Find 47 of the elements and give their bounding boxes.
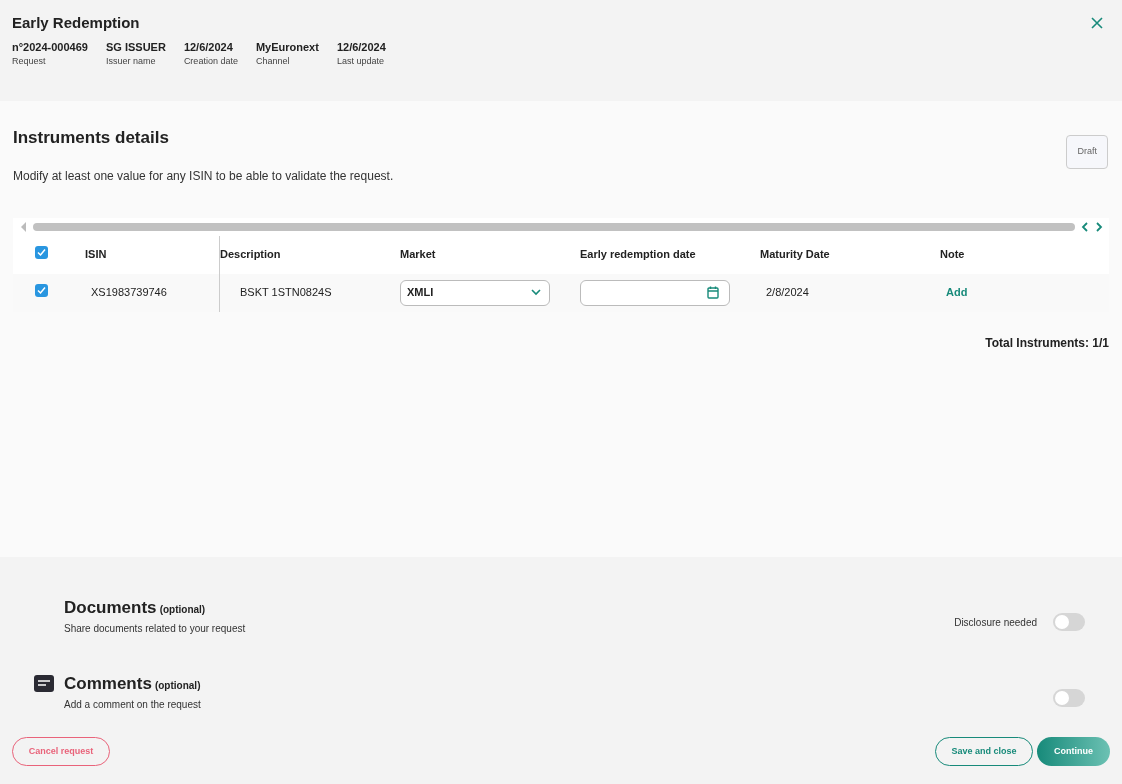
- calendar-icon[interactable]: [707, 286, 719, 299]
- optional-label: (optional): [154, 680, 201, 691]
- section-description: Add a comment on the request: [64, 697, 202, 712]
- table-cell-text: 2/8/2024: [765, 286, 809, 299]
- toggle-label: Disclosure needed: [954, 615, 1037, 630]
- table-cell-text: XS1983739746: [90, 285, 167, 301]
- section-title: Comments: [64, 674, 152, 693]
- column-header: Early redemption date: [580, 248, 696, 261]
- close-icon[interactable]: [1091, 17, 1103, 29]
- scrollbar-thumb[interactable]: [33, 222, 1075, 231]
- meta-value: SG ISSUER: [105, 39, 166, 55]
- scroll-left-icon[interactable]: [21, 221, 27, 232]
- section-description: Share documents related to your request: [64, 621, 247, 636]
- meta-label: Creation date: [183, 55, 238, 68]
- chevron-down-icon: [531, 289, 541, 296]
- checkbox[interactable]: [35, 283, 48, 297]
- checkbox[interactable]: [35, 245, 48, 259]
- meta-value: MyEuronext: [255, 39, 319, 55]
- add-note-link[interactable]: Add: [940, 286, 968, 299]
- page-title: Early Redemption: [12, 13, 141, 33]
- column-header: Note: [940, 248, 965, 261]
- section-title: Documents: [64, 598, 157, 617]
- meta-value: 12/6/2024: [183, 39, 234, 55]
- column-header: Market: [400, 248, 436, 261]
- total-count: Total Instruments: 1/1: [984, 334, 1109, 352]
- column-header: Description: [220, 248, 281, 261]
- hint-text: Modify at least one value for any ISIN to be able to validate the request.: [13, 167, 394, 185]
- optional-label: (optional): [159, 604, 206, 615]
- toggle-switch[interactable]: [1053, 613, 1085, 631]
- status-badge: Draft: [1066, 135, 1108, 169]
- meta-label: Last update: [336, 55, 385, 68]
- meta-label: Issuer name: [105, 55, 157, 68]
- meta-value: n°2024-000469: [12, 39, 88, 55]
- meta-label: Request: [12, 55, 47, 68]
- chevron-right-icon[interactable]: [1095, 221, 1103, 232]
- column-header: ISIN: [84, 247, 107, 263]
- column-header: Maturity Date: [760, 248, 830, 261]
- date-field[interactable]: [580, 279, 730, 306]
- chevron-left-icon[interactable]: [1081, 221, 1089, 232]
- toggle-switch[interactable]: [1053, 689, 1085, 707]
- meta-value: 12/6/2024: [336, 39, 386, 55]
- meta-label: Channel: [255, 55, 291, 68]
- continue-button[interactable]: Continue: [1037, 737, 1110, 766]
- table-cell-text: BSKT 1STN0824S: [239, 286, 332, 299]
- comment-icon: [34, 675, 54, 692]
- market-dropdown[interactable]: XMLI: [400, 279, 550, 306]
- section-title: Instruments details: [13, 127, 170, 149]
